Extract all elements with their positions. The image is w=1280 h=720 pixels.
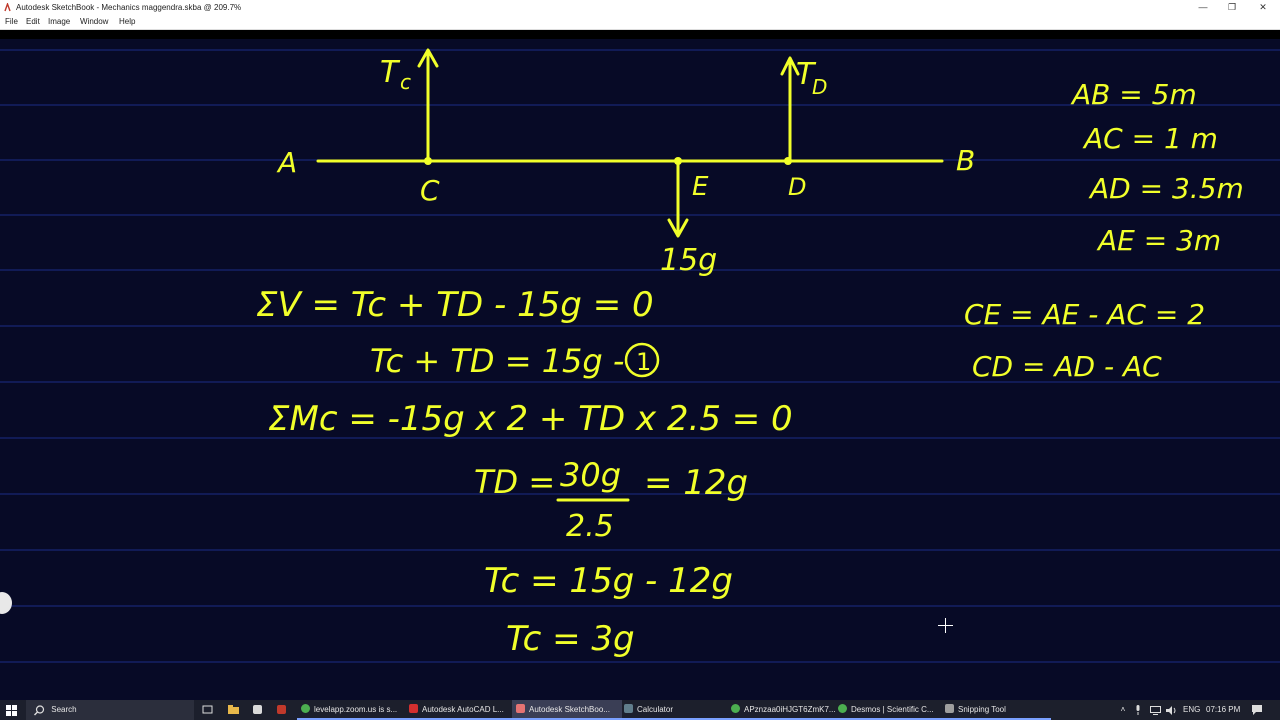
clock[interactable]: 07:16 PM [1206,700,1244,720]
file-explorer-button[interactable] [228,700,240,720]
label-c: C [420,174,440,207]
store-icon [253,705,262,714]
equation-sum-vertical: ΣV = Tc + TD - 15g = 0 [256,285,654,325]
taskbar-search[interactable]: Search [26,700,194,720]
title-bar: Autodesk SketchBook - Mechanics maggendr… [0,0,1280,15]
taskbar-app-label: levelapp.zoom.us is s... [314,705,398,714]
taskbar-app-label: Calculator [637,705,674,714]
sketchbook-icon [516,704,525,713]
crosshair-cursor-icon [938,618,953,633]
equation-moment: ΣMc = -15g x 2 + TD x 2.5 = 0 [268,399,793,439]
given-ac: AC = 1 m [1082,122,1218,155]
calculator-icon [624,704,633,713]
chrome-icon [838,704,847,713]
microphone-icon[interactable] [1135,700,1145,720]
notification-icon [1252,705,1262,715]
pinned-app-button[interactable] [277,700,289,720]
taskbar-app-calculator[interactable]: Calculator [620,700,730,720]
equation-td-lhs: TD = [474,463,555,501]
taskbar-app-label: Autodesk AutoCAD L... [422,705,504,714]
taskbar-app-sketchbook[interactable]: Autodesk SketchBoo... [512,700,622,720]
label-d: D [788,173,806,201]
task-view-button[interactable] [202,700,214,720]
derived-cd: CD = AD - AC [972,350,1162,383]
label-e: E [692,172,709,202]
tray-chevron-up-icon[interactable]: ˄ [1118,700,1128,720]
menu-help[interactable]: Help [119,17,135,26]
chrome-icon [301,704,310,713]
taskbar-app-label: Snipping Tool [958,705,1006,714]
derived-ce: CE = AE - AC = 2 [964,298,1205,331]
equation-td-numerator: 30g [560,456,621,494]
label-a: A [276,146,297,179]
label-tc-sub: c [400,70,411,94]
equation-tc-difference: Tc = 15g - 12g [484,561,733,601]
taskbar-app-snipping-tool[interactable]: Snipping Tool [941,700,1051,720]
taskbar-app-label: Desmos | Scientific C... [851,705,934,714]
start-button[interactable] [6,700,20,720]
folder-icon [228,705,239,714]
equation-td-result: = 12g [644,463,748,503]
volume-icon[interactable] [1166,700,1178,720]
window-title: Autodesk SketchBook - Mechanics maggendr… [16,3,242,12]
task-view-icon [202,705,213,714]
sketchbook-app-icon [4,3,11,12]
minimize-button[interactable]: — [1192,0,1214,15]
equation-tag-number: 1 [636,348,651,376]
menu-bar: File Edit Image Window Help [0,15,1280,30]
pinned-app-icon [277,705,286,714]
taskbar-app-desmos[interactable]: Desmos | Scientific C... [834,700,944,720]
label-tc: T [380,55,401,90]
search-placeholder: Search [51,705,77,714]
notifications-button[interactable] [1252,700,1266,720]
chrome-icon [731,704,740,713]
sketch-canvas[interactable]: A B C E D T c T D 15g AB = 5m AC = 1 m A… [0,39,1280,700]
store-button[interactable] [253,700,265,720]
equation-tension-sum: Tc + TD = 15g - [370,342,624,380]
maximize-button[interactable]: ❐ [1221,0,1243,15]
equation-tc-result: Tc = 3g [506,619,635,659]
label-td-sub: D [812,75,827,99]
taskbar-app-label: Autodesk SketchBoo... [529,705,610,714]
search-icon [34,705,45,716]
close-button[interactable]: ✕ [1252,0,1274,15]
taskbar-app-label: APznzaa0iHJGT6ZmK7... [744,705,836,714]
given-ae: AE = 3m [1096,224,1221,257]
taskbar: Search levelapp.zoom.us is s... Autodesk… [0,700,1280,720]
equations: ΣV = Tc + TD - 15g = 0 Tc + TD = 15g - 1… [256,285,793,659]
given-values: AB = 5m AC = 1 m AD = 3.5m AE = 3m CE = … [964,78,1244,383]
windows-icon [6,705,17,716]
given-ab: AB = 5m [1070,78,1197,111]
toolbar-strip [0,30,1280,39]
equation-td-denominator: 2.5 [566,509,614,544]
label-load: 15g [660,243,717,278]
menu-file[interactable]: File [5,17,18,26]
menu-edit[interactable]: Edit [26,17,40,26]
given-ad: AD = 3.5m [1088,172,1244,205]
language-indicator[interactable]: ENG [1183,700,1203,720]
menu-image[interactable]: Image [48,17,70,26]
taskbar-app-autocad[interactable]: Autodesk AutoCAD L... [405,700,515,720]
taskbar-app-chrome-doc[interactable]: APznzaa0iHJGT6ZmK7... [727,700,837,720]
scissors-icon [945,704,954,713]
taskbar-app-zoom-chrome[interactable]: levelapp.zoom.us is s... [297,700,407,720]
network-icon[interactable] [1150,700,1162,720]
beam-diagram: A B C E D T c T D 15g [276,48,975,278]
label-b: B [956,144,975,177]
menu-window[interactable]: Window [80,17,108,26]
autocad-icon [409,704,418,713]
